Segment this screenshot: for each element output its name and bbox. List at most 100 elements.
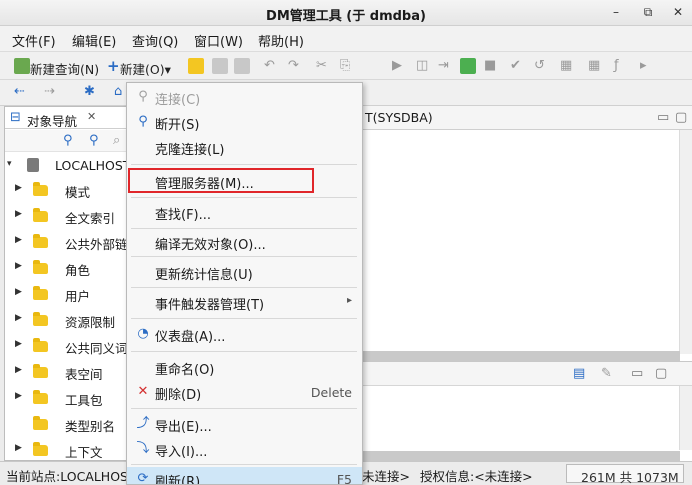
tree-root[interactable]: ▾ LOCALHOST xyxy=(5,153,131,179)
minimize-view-icon[interactable]: ▭ xyxy=(631,366,643,381)
close-tab-icon[interactable]: ✕ xyxy=(87,110,96,123)
export-icon: ⤴ xyxy=(136,416,150,431)
menu-item-connect[interactable]: ⚲ 连接(C) xyxy=(127,85,362,110)
tree-item-type-alias[interactable]: 类型别名 xyxy=(5,411,131,437)
menu-window[interactable]: 窗口(W) xyxy=(194,31,243,50)
close-button[interactable]: ✕ xyxy=(668,3,688,21)
view-menu-icon[interactable]: ▤ xyxy=(573,366,585,381)
new-query-icon xyxy=(14,58,30,74)
object-navigator-tab[interactable]: ⊟ 对象导航 ✕ xyxy=(5,107,131,129)
menu-separator xyxy=(131,197,357,198)
maximize-view-icon[interactable]: ▢ xyxy=(675,110,687,125)
memory-indicator[interactable]: 261M 共 1073M xyxy=(566,464,684,485)
step-icon[interactable]: ⇥ xyxy=(438,58,449,73)
open-folder-icon[interactable] xyxy=(188,58,204,74)
save-all-icon[interactable] xyxy=(234,58,250,74)
execute-icon[interactable] xyxy=(460,58,476,74)
expand-arrow-icon[interactable]: ▶ xyxy=(15,443,22,453)
expand-arrow-icon[interactable]: ▶ xyxy=(15,365,22,375)
menu-item-disconnect[interactable]: ⚲ 断开(S) xyxy=(127,110,362,135)
editor-vertical-scrollbar[interactable] xyxy=(679,130,692,354)
menu-item-refresh[interactable]: ⟳ 刷新(R) F5 xyxy=(127,467,362,484)
new-query-button[interactable]: 新建查询(N) xyxy=(30,59,99,78)
undo-icon[interactable]: ↶ xyxy=(264,58,275,73)
schedule-icon[interactable]: ▦ xyxy=(588,58,600,73)
query-editor[interactable]: T(SYSDBA) ▭ ▢ xyxy=(360,106,692,361)
minimize-button[interactable]: – xyxy=(606,3,626,21)
jump-icon[interactable]: ▸ xyxy=(640,58,647,73)
format-icon[interactable]: ƒ xyxy=(614,58,619,73)
back-icon[interactable]: ⇠ xyxy=(14,84,25,99)
editor-horizontal-scrollbar[interactable] xyxy=(361,351,680,361)
menu-query[interactable]: 查询(Q) xyxy=(132,31,178,50)
editor-tab[interactable]: T(SYSDBA) ▭ ▢ xyxy=(361,106,692,130)
result-vertical-scrollbar[interactable] xyxy=(679,386,692,450)
tree-item-public-synonym[interactable]: ▶ 公共同义词 xyxy=(5,333,131,359)
stop-icon[interactable]: ■ xyxy=(484,58,496,73)
menu-item-event-trigger[interactable]: 事件触发器管理(T) ▸ xyxy=(127,290,362,315)
expand-arrow-icon[interactable]: ▶ xyxy=(15,183,22,193)
menu-help[interactable]: 帮助(H) xyxy=(258,31,304,50)
tree-item-resource-limit[interactable]: ▶ 资源限制 xyxy=(5,307,131,333)
run-icon[interactable]: ▶ xyxy=(392,58,402,73)
menu-item-find[interactable]: 查找(F)... xyxy=(127,200,362,225)
expand-arrow-icon[interactable]: ▶ xyxy=(15,261,22,271)
menu-item-dashboard[interactable]: ◔ 仪表盘(A)... xyxy=(127,322,362,347)
tree-item-package[interactable]: ▶ 工具包 xyxy=(5,385,131,411)
copy-icon[interactable]: ⎘ xyxy=(340,58,350,73)
menu-item-rename[interactable]: 重命名(O) xyxy=(127,355,362,380)
tree-item-public-link[interactable]: ▶ 公共外部链 xyxy=(5,229,131,255)
home-icon[interactable]: ⌂ xyxy=(114,84,122,99)
tree-item-role[interactable]: ▶ 角色 xyxy=(5,255,131,281)
cut-icon[interactable]: ✂ xyxy=(316,58,327,73)
menu-item-clone-connection[interactable]: 克隆连接(L) xyxy=(127,135,362,160)
minimize-view-icon[interactable]: ▭ xyxy=(657,110,669,125)
maximize-view-icon[interactable]: ▢ xyxy=(655,366,667,381)
tree-item-tablespace[interactable]: ▶ 表空间 xyxy=(5,359,131,385)
result-horizontal-scrollbar[interactable] xyxy=(361,451,680,461)
debug-icon[interactable]: ✱ xyxy=(84,84,95,99)
pin-icon[interactable]: ✎ xyxy=(601,366,612,381)
menu-edit[interactable]: 编辑(E) xyxy=(72,31,116,50)
menu-separator xyxy=(131,464,357,465)
menu-item-compile-invalid[interactable]: 编译无效对象(O)... xyxy=(127,230,362,255)
search-icon[interactable]: ⌕ xyxy=(113,133,120,148)
commit-icon[interactable]: ✔ xyxy=(510,58,521,73)
menu-item-export[interactable]: ⤴ 导出(E)... xyxy=(127,412,362,437)
tree-item-fulltext[interactable]: ▶ 全文索引 xyxy=(5,203,131,229)
tree-item-user[interactable]: ▶ 用户 xyxy=(5,281,131,307)
disconnect-tool-icon[interactable]: ⚲ xyxy=(89,133,99,148)
forward-icon[interactable]: ⇢ xyxy=(44,84,55,99)
connect-tool-icon[interactable]: ⚲ xyxy=(63,133,73,148)
menu-item-import[interactable]: ⤵ 导入(I)... xyxy=(127,437,362,462)
expand-arrow-icon[interactable]: ▶ xyxy=(15,209,22,219)
explain-icon[interactable]: ◫ xyxy=(416,58,428,73)
expand-arrow-icon[interactable]: ▶ xyxy=(15,313,22,323)
menu-item-label: 克隆连接(L) xyxy=(155,143,225,158)
tree-item-schema[interactable]: ▶ 模式 xyxy=(5,177,131,203)
menu-item-label: 更新统计信息(U) xyxy=(155,268,253,283)
menu-file[interactable]: 文件(F) xyxy=(12,31,56,50)
expand-arrow-icon[interactable]: ▶ xyxy=(15,339,22,349)
folder-icon xyxy=(33,260,48,274)
save-icon[interactable] xyxy=(212,58,228,74)
context-menu: ⚲ 连接(C) ⚲ 断开(S) 克隆连接(L) 管理服务器(M)... 查找(F… xyxy=(126,82,363,485)
new-button[interactable]: 新建(O)▾ xyxy=(120,59,171,78)
expand-arrow-icon[interactable]: ▾ xyxy=(7,159,12,169)
menu-item-update-statistics[interactable]: 更新统计信息(U) xyxy=(127,260,362,285)
folder-icon xyxy=(33,416,48,430)
expand-arrow-icon[interactable]: ▶ xyxy=(15,235,22,245)
restore-button[interactable]: ⧉ xyxy=(638,3,658,21)
redo-icon[interactable]: ↷ xyxy=(288,58,299,73)
calendar-icon[interactable]: ▦ xyxy=(560,58,572,73)
expand-arrow-icon[interactable]: ▶ xyxy=(15,287,22,297)
menu-item-delete[interactable]: ✕ 删除(D) Delete xyxy=(127,380,362,405)
tree-item-label: 上下文 xyxy=(65,445,103,460)
folder-icon xyxy=(33,442,48,456)
highlight-annotation-box xyxy=(128,168,314,193)
menu-separator xyxy=(131,164,357,165)
tree-item-context[interactable]: ▶ 上下文 xyxy=(5,437,131,460)
tree-item-label: 全文索引 xyxy=(65,211,116,226)
rollback-icon[interactable]: ↺ xyxy=(534,58,545,73)
expand-arrow-icon[interactable]: ▶ xyxy=(15,391,22,401)
